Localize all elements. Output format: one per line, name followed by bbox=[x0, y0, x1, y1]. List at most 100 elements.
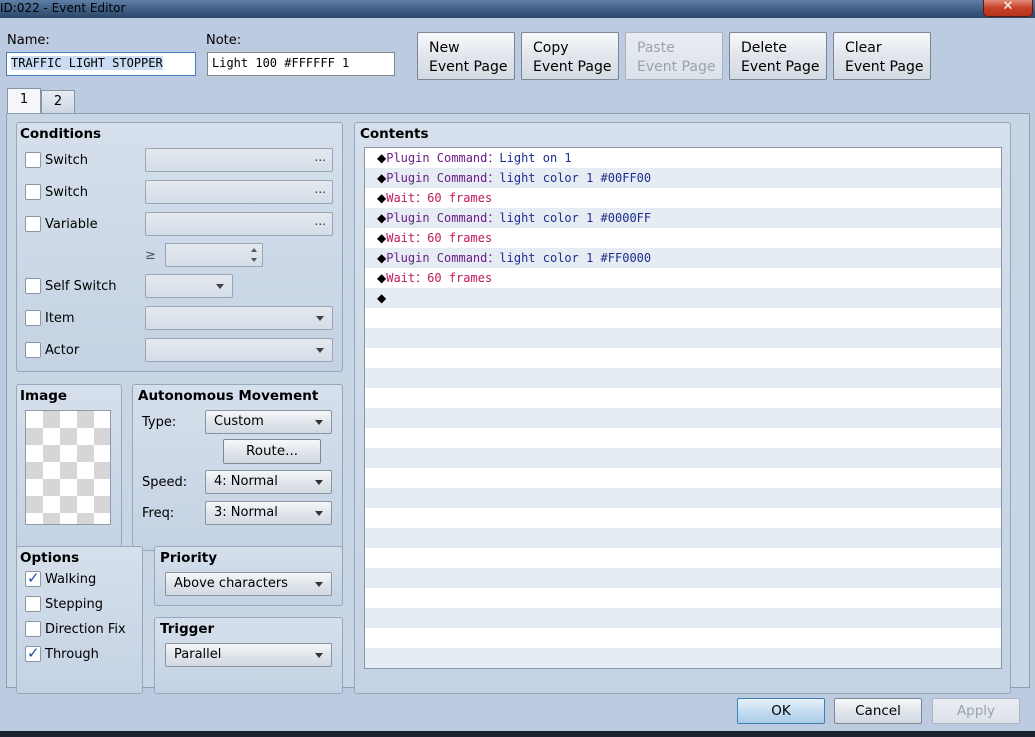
empty-row[interactable] bbox=[365, 348, 1001, 368]
variable-checkbox[interactable] bbox=[25, 216, 41, 232]
close-glyph: ✕ bbox=[1002, 0, 1014, 14]
command-separator: ： bbox=[415, 271, 428, 285]
diamond-icon: ◆ bbox=[377, 271, 387, 285]
type-dropdown[interactable]: Custom bbox=[205, 410, 332, 434]
diamond-icon: ◆ bbox=[377, 191, 387, 205]
command-name: Plugin Command bbox=[386, 211, 488, 225]
variable-value-spinner[interactable] bbox=[165, 243, 263, 267]
name-field[interactable]: TRAFFIC LIGHT STOPPER bbox=[6, 52, 196, 76]
stepping-checkbox[interactable] bbox=[25, 596, 41, 612]
clear-event-page-line1: Clear bbox=[845, 40, 882, 56]
command-argument: light color 1 #00FF00 bbox=[499, 171, 652, 185]
command-argument: 60 frames bbox=[427, 271, 493, 285]
empty-row[interactable] bbox=[365, 368, 1001, 388]
type-value: Custom bbox=[214, 414, 264, 429]
event-image-preview[interactable] bbox=[25, 410, 111, 525]
clear-event-page-button[interactable]: Clear Event Page bbox=[833, 32, 931, 80]
empty-row[interactable] bbox=[365, 488, 1001, 508]
title-bar[interactable]: ID:022 - Event Editor ✕ bbox=[0, 0, 1035, 18]
note-value: Light 100 #FFFFFF 1 bbox=[212, 56, 350, 70]
diamond-icon: ◆ bbox=[377, 171, 387, 185]
self-switch-checkbox[interactable] bbox=[25, 278, 41, 294]
spinner-down-icon[interactable] bbox=[251, 258, 257, 262]
command-row[interactable]: ◆ bbox=[365, 288, 1001, 308]
note-field[interactable]: Light 100 #FFFFFF 1 bbox=[207, 52, 395, 76]
item-checkbox[interactable] bbox=[25, 310, 41, 326]
command-row[interactable]: ◆Plugin Command：light color 1 #0000FF bbox=[365, 208, 1001, 228]
switch1-label: Switch bbox=[45, 153, 88, 168]
close-icon[interactable]: ✕ bbox=[983, 0, 1033, 17]
switch1-selector[interactable]: ... bbox=[145, 148, 333, 172]
copy-event-page-button[interactable]: Copy Event Page bbox=[521, 32, 619, 80]
command-row[interactable]: ◆Plugin Command：light color 1 #00FF00 bbox=[365, 168, 1001, 188]
command-row[interactable]: ◆Plugin Command：light color 1 #FF0000 bbox=[365, 248, 1001, 268]
empty-row[interactable] bbox=[365, 528, 1001, 548]
spinner-up-icon[interactable] bbox=[251, 248, 257, 252]
actor-checkbox[interactable] bbox=[25, 342, 41, 358]
empty-row[interactable] bbox=[365, 468, 1001, 488]
empty-row[interactable] bbox=[365, 608, 1001, 628]
command-separator: ： bbox=[415, 231, 428, 245]
empty-row[interactable] bbox=[365, 428, 1001, 448]
actor-dropdown[interactable] bbox=[145, 338, 333, 362]
direction-fix-checkbox[interactable] bbox=[25, 621, 41, 637]
empty-row[interactable] bbox=[365, 548, 1001, 568]
new-event-page-button[interactable]: New Event Page bbox=[417, 32, 515, 80]
route-button[interactable]: Route... bbox=[223, 439, 321, 464]
through-checkbox[interactable] bbox=[25, 644, 41, 662]
switch2-checkbox[interactable] bbox=[25, 184, 41, 200]
empty-row[interactable] bbox=[365, 568, 1001, 588]
apply-button[interactable]: Apply bbox=[932, 698, 1020, 724]
speed-value: 4: Normal bbox=[214, 474, 278, 489]
cancel-button-label: Cancel bbox=[855, 703, 901, 719]
empty-row[interactable] bbox=[365, 508, 1001, 528]
self-switch-dropdown[interactable] bbox=[145, 274, 233, 298]
tab-page-1-label: 1 bbox=[19, 92, 29, 107]
walking-checkbox[interactable] bbox=[25, 569, 41, 587]
taskbar-edge bbox=[0, 731, 1035, 737]
chevron-down-icon bbox=[216, 284, 224, 289]
window-title: ID:022 - Event Editor bbox=[0, 1, 126, 15]
diamond-icon: ◆ bbox=[377, 211, 387, 225]
cancel-button[interactable]: Cancel bbox=[834, 698, 922, 724]
tab-page-1[interactable]: 1 bbox=[7, 88, 41, 114]
empty-row[interactable] bbox=[365, 308, 1001, 328]
empty-row[interactable] bbox=[365, 588, 1001, 608]
priority-dropdown[interactable]: Above characters bbox=[165, 572, 332, 596]
command-argument: Light on 1 bbox=[499, 151, 572, 165]
tab-page-2[interactable]: 2 bbox=[41, 90, 75, 114]
event-command-list[interactable]: ◆Plugin Command：Light on 1 ◆Plugin Comman… bbox=[364, 147, 1002, 669]
command-separator: ： bbox=[487, 211, 500, 225]
empty-row[interactable] bbox=[365, 408, 1001, 428]
freq-dropdown[interactable]: 3: Normal bbox=[205, 501, 332, 525]
delete-event-page-button[interactable]: Delete Event Page bbox=[729, 32, 827, 80]
command-row[interactable]: ◆Wait：60 frames bbox=[365, 268, 1001, 288]
command-name: Wait bbox=[386, 231, 416, 245]
command-row[interactable]: ◆Wait：60 frames bbox=[365, 188, 1001, 208]
empty-row[interactable] bbox=[365, 388, 1001, 408]
command-name: Plugin Command bbox=[386, 251, 488, 265]
command-name: Wait bbox=[386, 271, 416, 285]
item-dropdown[interactable] bbox=[145, 306, 333, 330]
command-row[interactable]: ◆Plugin Command：Light on 1 bbox=[365, 148, 1001, 168]
paste-event-page-button[interactable]: Paste Event Page bbox=[625, 32, 723, 80]
command-separator: ： bbox=[487, 151, 500, 165]
empty-row[interactable] bbox=[365, 628, 1001, 648]
switch1-checkbox[interactable] bbox=[25, 152, 41, 168]
variable-ellipsis: ... bbox=[314, 214, 326, 228]
command-name: Wait bbox=[386, 191, 416, 205]
command-row[interactable]: ◆Wait：60 frames bbox=[365, 228, 1001, 248]
chevron-down-icon bbox=[315, 420, 323, 425]
empty-row[interactable] bbox=[365, 448, 1001, 468]
trigger-dropdown[interactable]: Parallel bbox=[165, 643, 332, 667]
name-value: TRAFFIC LIGHT STOPPER bbox=[11, 56, 163, 70]
empty-row[interactable] bbox=[365, 328, 1001, 348]
empty-row[interactable] bbox=[365, 648, 1001, 668]
speed-dropdown[interactable]: 4: Normal bbox=[205, 470, 332, 494]
chevron-down-icon bbox=[315, 653, 323, 658]
ok-button[interactable]: OK bbox=[737, 698, 825, 724]
variable-selector[interactable]: ... bbox=[145, 212, 333, 236]
chevron-down-icon bbox=[316, 316, 324, 321]
chevron-down-icon bbox=[316, 348, 324, 353]
switch2-selector[interactable]: ... bbox=[145, 180, 333, 204]
